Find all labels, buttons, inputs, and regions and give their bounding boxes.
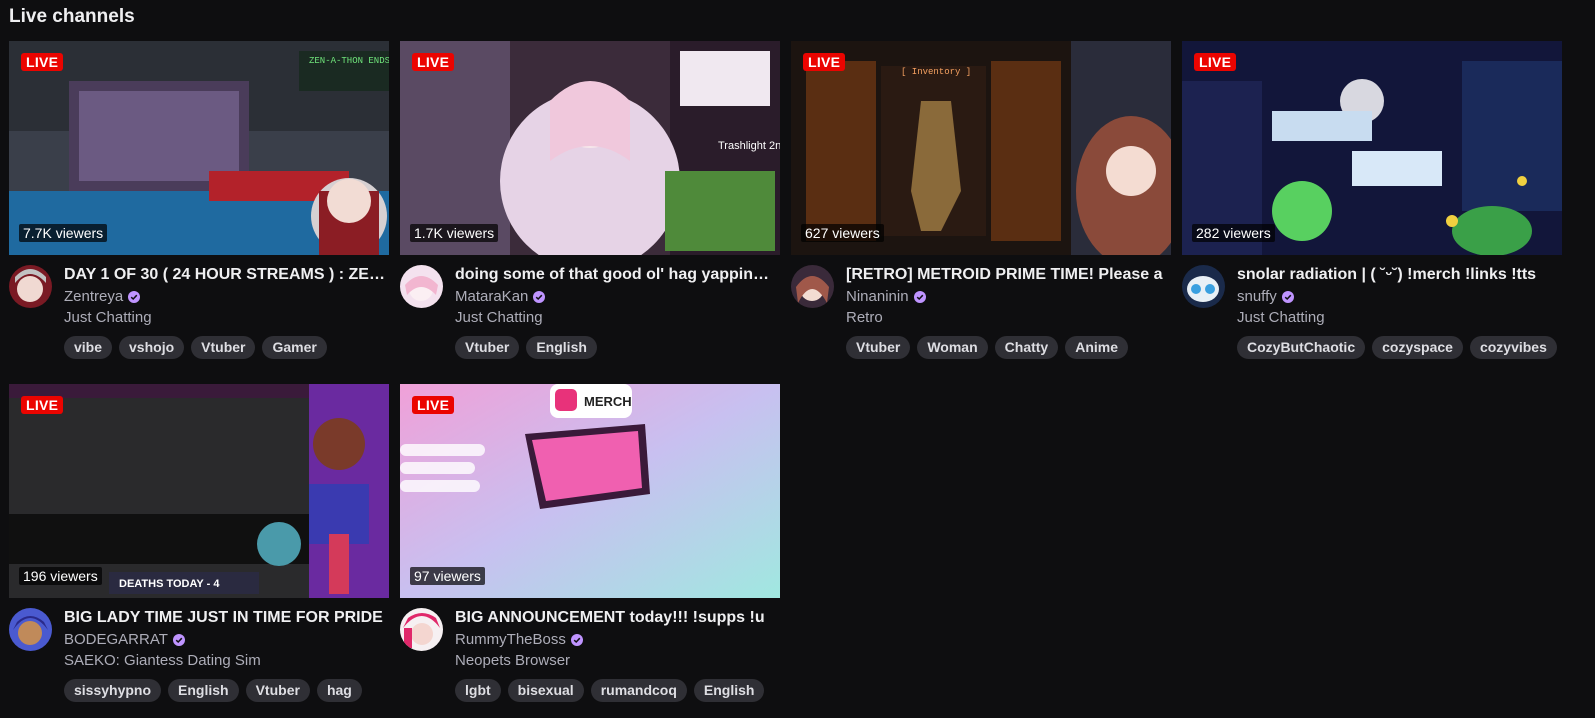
stream-card[interactable]: MERCH LIVE 97 viewers BIG ANNOUNCEMENT t… xyxy=(400,384,780,708)
category-link[interactable]: Just Chatting xyxy=(455,309,543,326)
viewer-count: 1.7K viewers xyxy=(410,224,499,242)
thumbnail-image: DEATHS TODAY - 4 xyxy=(9,384,389,598)
viewer-count: 7.7K viewers xyxy=(19,224,108,242)
tag[interactable]: Vtuber xyxy=(191,336,256,359)
thumbnail-text: Trashlight 2ndchannel xyxy=(718,140,780,152)
tag-list: Vtuber Woman Chatty Anime xyxy=(846,336,1129,359)
tag[interactable]: CozyButChaotic xyxy=(1237,336,1366,359)
tag[interactable]: sissyhypno xyxy=(64,679,162,702)
live-badge: LIVE xyxy=(21,396,64,414)
thumbnail-image: ZEN-A-THON ENDS 29 07 21 17 xyxy=(9,41,389,255)
viewer-count: 282 viewers xyxy=(1192,224,1275,242)
channel-name[interactable]: Zentreya xyxy=(64,288,123,305)
tag[interactable]: Anime xyxy=(1065,336,1129,359)
thumbnail-text: ZEN-A-THON ENDS 29 07 21 17 xyxy=(309,56,389,66)
stream-title[interactable]: snolar radiation | ( ˘ᵕ˘) !merch !links … xyxy=(1237,266,1559,284)
channel-avatar[interactable] xyxy=(791,265,834,308)
viewer-count: 627 viewers xyxy=(801,224,884,242)
stream-title[interactable]: doing some of that good ol' hag yapping … xyxy=(455,266,777,284)
tag[interactable]: rumandcoq xyxy=(590,679,687,702)
verified-icon xyxy=(913,290,926,303)
channel-name[interactable]: snuffy xyxy=(1237,288,1277,305)
tag-list: lgbt bisexual rumandcoq English xyxy=(455,679,765,702)
tag[interactable]: hag xyxy=(316,679,362,702)
stream-title[interactable]: [RETRO] METROID PRIME TIME! Please a xyxy=(846,266,1168,284)
live-badge: LIVE xyxy=(1194,53,1237,71)
tag[interactable]: Gamer xyxy=(262,336,327,359)
thumbnail-image: [ Inventory ] xyxy=(791,41,1171,255)
tag[interactable]: Vtuber xyxy=(846,336,911,359)
live-badge: LIVE xyxy=(412,53,455,71)
category-link[interactable]: Just Chatting xyxy=(1237,309,1325,326)
thumbnail-image xyxy=(1182,41,1562,255)
channel-avatar[interactable] xyxy=(1182,265,1225,308)
thumbnail-text: MERCH xyxy=(584,394,632,409)
stream-card[interactable]: Trashlight 2ndchannel LIVE 1.7K viewers … xyxy=(400,41,780,365)
channel-name[interactable]: RummyTheBoss xyxy=(455,631,566,648)
tag[interactable]: Woman xyxy=(917,336,988,359)
stream-title[interactable]: BIG LADY TIME JUST IN TIME FOR PRIDE xyxy=(64,609,386,627)
verified-icon xyxy=(570,633,583,646)
tag[interactable]: Vtuber xyxy=(245,679,310,702)
tag[interactable]: Vtuber xyxy=(455,336,520,359)
tag[interactable]: vibe xyxy=(64,336,113,359)
tag[interactable]: lgbt xyxy=(455,679,501,702)
thumbnail-image: Trashlight 2ndchannel xyxy=(400,41,780,255)
tag-list: sissyhypno English Vtuber hag xyxy=(64,679,362,702)
channel-name[interactable]: Ninaninin xyxy=(846,288,909,305)
thumbnail-image: MERCH xyxy=(400,384,780,598)
stream-card[interactable]: DEATHS TODAY - 4 LIVE 196 viewers BIG LA… xyxy=(9,384,389,708)
viewer-count: 97 viewers xyxy=(410,567,485,585)
tag-list: vibe vshojo Vtuber Gamer xyxy=(64,336,327,359)
stream-thumbnail[interactable]: MERCH LIVE 97 viewers xyxy=(400,384,780,598)
stream-thumbnail[interactable]: [ Inventory ] LIVE 627 viewers xyxy=(791,41,1171,255)
live-badge: LIVE xyxy=(21,53,64,71)
category-link[interactable]: Retro xyxy=(846,309,883,326)
stream-title[interactable]: BIG ANNOUNCEMENT today!!! !supps !u xyxy=(455,609,777,627)
tag[interactable]: Chatty xyxy=(994,336,1059,359)
thumbnail-text: DEATHS TODAY - 4 xyxy=(119,578,220,590)
tag[interactable]: vshojo xyxy=(119,336,185,359)
stream-thumbnail[interactable]: ZEN-A-THON ENDS 29 07 21 17 LIVE 7.7K vi… xyxy=(9,41,389,255)
tag[interactable]: bisexual xyxy=(507,679,584,702)
category-link[interactable]: Just Chatting xyxy=(64,309,152,326)
channel-name[interactable]: BODEGARRAT xyxy=(64,631,168,648)
tag[interactable]: English xyxy=(168,679,239,702)
stream-title[interactable]: DAY 1 OF 30 ( 24 HOUR STREAMS ) : ZEN-A-… xyxy=(64,266,386,284)
verified-icon xyxy=(1281,290,1294,303)
tag[interactable]: cozyspace xyxy=(1372,336,1463,359)
tag[interactable]: English xyxy=(526,336,597,359)
channel-avatar[interactable] xyxy=(9,265,52,308)
stream-card[interactable]: [ Inventory ] LIVE 627 viewers [RETRO] M… xyxy=(791,41,1171,365)
live-badge: LIVE xyxy=(803,53,846,71)
tag[interactable]: English xyxy=(693,679,765,702)
tag-list: Vtuber English xyxy=(455,336,597,359)
category-link[interactable]: Neopets Browser xyxy=(455,652,570,669)
channel-avatar[interactable] xyxy=(400,608,443,651)
live-badge: LIVE xyxy=(412,396,455,414)
verified-icon xyxy=(172,633,185,646)
verified-icon xyxy=(533,290,546,303)
stream-thumbnail[interactable]: Trashlight 2ndchannel LIVE 1.7K viewers xyxy=(400,41,780,255)
thumbnail-text: [ Inventory ] xyxy=(901,67,971,77)
tag-list: CozyButChaotic cozyspace cozyvibes xyxy=(1237,336,1557,359)
stream-card[interactable]: LIVE 282 viewers snolar radiation | ( ˘ᵕ… xyxy=(1182,41,1562,365)
channel-name[interactable]: MataraKan xyxy=(455,288,528,305)
channel-avatar[interactable] xyxy=(9,608,52,651)
stream-thumbnail[interactable]: LIVE 282 viewers xyxy=(1182,41,1562,255)
tag[interactable]: cozyvibes xyxy=(1469,336,1557,359)
channel-avatar[interactable] xyxy=(400,265,443,308)
viewer-count: 196 viewers xyxy=(19,567,102,585)
verified-icon xyxy=(128,290,141,303)
stream-thumbnail[interactable]: DEATHS TODAY - 4 LIVE 196 viewers xyxy=(9,384,389,598)
stream-card[interactable]: ZEN-A-THON ENDS 29 07 21 17 LIVE 7.7K vi… xyxy=(9,41,389,365)
category-link[interactable]: SAEKO: Giantess Dating Sim xyxy=(64,652,261,669)
section-title: Live channels xyxy=(9,6,135,27)
